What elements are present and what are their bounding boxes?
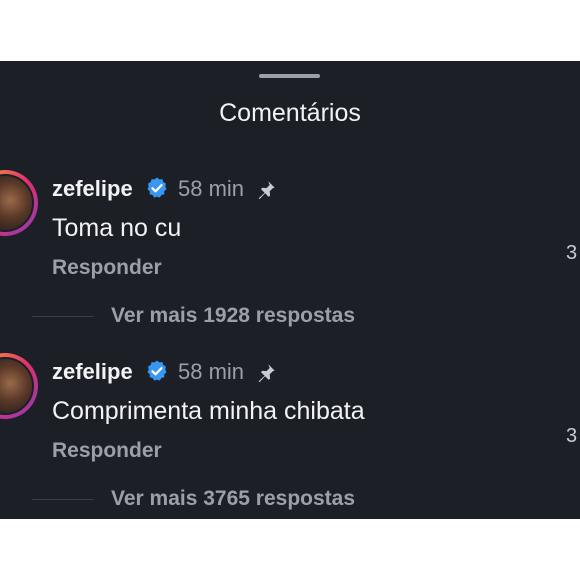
reply-button[interactable]: Responder bbox=[52, 439, 162, 463]
comment-text: Comprimenta minha chibata bbox=[52, 397, 365, 425]
reply-button[interactable]: Responder bbox=[52, 256, 162, 280]
comment-username[interactable]: zefelipe bbox=[52, 176, 133, 202]
thread-line bbox=[32, 316, 94, 317]
verified-badge-icon bbox=[147, 177, 167, 198]
view-replies-button[interactable]: Ver mais 3765 respostas bbox=[111, 487, 355, 511]
avatar[interactable] bbox=[0, 353, 38, 419]
verified-badge-icon bbox=[147, 360, 167, 381]
thread-line bbox=[32, 499, 94, 500]
avatar-image bbox=[0, 357, 34, 415]
avatar[interactable] bbox=[0, 170, 38, 236]
view-replies-button[interactable]: Ver mais 1928 respostas bbox=[111, 304, 355, 328]
like-count: 3 bbox=[566, 425, 578, 447]
comment-username[interactable]: zefelipe bbox=[52, 359, 133, 385]
like-count: 3 bbox=[566, 242, 578, 264]
comment-text: Toma no cu bbox=[52, 214, 182, 242]
comment-item: zefelipe 58 min Comprimenta minha chibat… bbox=[0, 350, 580, 519]
pin-icon bbox=[258, 181, 275, 200]
sheet-title: Comentários bbox=[219, 99, 361, 127]
drag-handle[interactable] bbox=[259, 74, 320, 78]
pin-icon bbox=[258, 364, 275, 383]
comment-time: 58 min bbox=[178, 359, 245, 384]
comments-sheet: Comentários zefelipe 58 min Toma no cu R… bbox=[0, 61, 580, 519]
comment-item: zefelipe 58 min Toma no cu Responder 3 V… bbox=[0, 167, 580, 347]
avatar-image bbox=[0, 174, 34, 232]
comment-time: 58 min bbox=[178, 176, 245, 201]
